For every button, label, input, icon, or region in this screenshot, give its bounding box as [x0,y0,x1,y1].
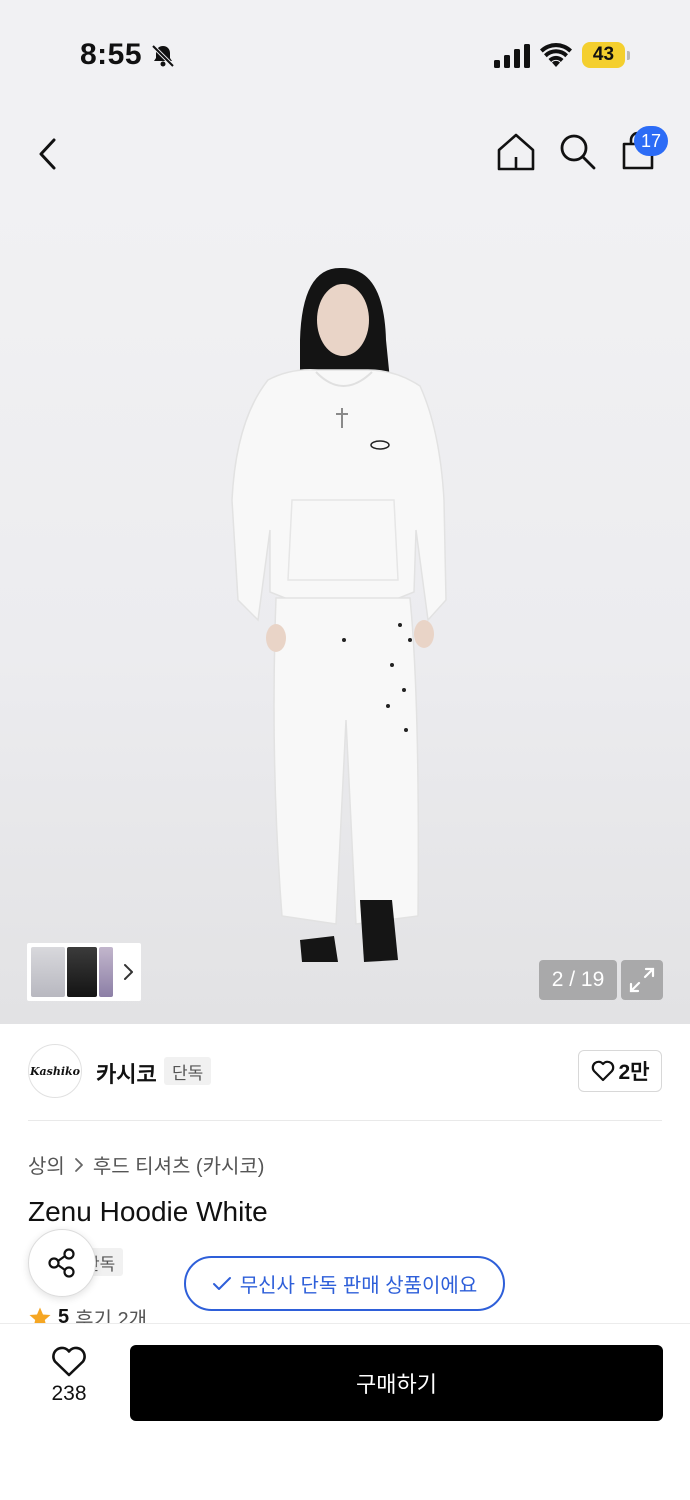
chevron-right-icon [74,1157,83,1172]
signal-icon [494,44,530,68]
chevron-left-icon[interactable] [28,132,72,176]
heart-icon [52,1346,86,1377]
heart-icon [591,1060,614,1082]
check-icon [212,1276,231,1290]
brand-logo[interactable]: Kashiko [28,1044,82,1098]
thumbnail[interactable] [67,947,97,997]
page-indicator: 2 / 19 [539,960,617,1000]
breadcrumb-item[interactable]: 후드 티셔츠 (카시코) [93,1150,265,1179]
wishlist-count: 238 [51,1382,87,1405]
thumbnail[interactable] [31,947,65,997]
status-bar: 8:55 43 [0,0,690,110]
battery-level: 43 [582,42,625,68]
status-time: 8:55 [80,38,143,71]
thumbnail-strip[interactable] [27,943,141,1001]
model-photo [231,267,447,962]
exclusive-notice: 무신사 단독 판매 상품이에요 [184,1256,505,1311]
top-nav [0,110,690,200]
share-button[interactable] [28,1229,96,1297]
wifi-icon [540,43,572,67]
divider [28,1120,662,1121]
thumbnail[interactable] [99,947,113,997]
home-icon[interactable] [494,130,538,174]
expand-icon [629,967,655,993]
breadcrumb: 상의 후드 티셔츠 (카시코) [28,1150,264,1179]
search-icon[interactable] [556,130,600,174]
product-title: Zenu Hoodie White [28,1196,268,1227]
exclusive-tag: 단독 [164,1057,212,1085]
battery-icon: 43 [582,42,630,68]
brand-like-count: 2만 [618,1061,650,1084]
product-image[interactable] [0,200,690,1024]
cart-count-badge: 17 [634,126,668,156]
expand-button[interactable] [621,960,663,1000]
bell-slash-icon [151,44,175,68]
buy-button[interactable]: 구매하기 [130,1345,663,1421]
exclusive-notice-text: 무신사 단독 판매 상품이에요 [239,1275,478,1297]
chevron-right-icon [124,964,133,980]
share-icon [48,1248,75,1278]
brand-name[interactable]: 카시코 [96,1057,157,1089]
brand-like-button[interactable]: 2만 [578,1050,662,1092]
wishlist-button[interactable]: 238 [36,1346,102,1416]
breadcrumb-item[interactable]: 상의 [28,1150,65,1179]
